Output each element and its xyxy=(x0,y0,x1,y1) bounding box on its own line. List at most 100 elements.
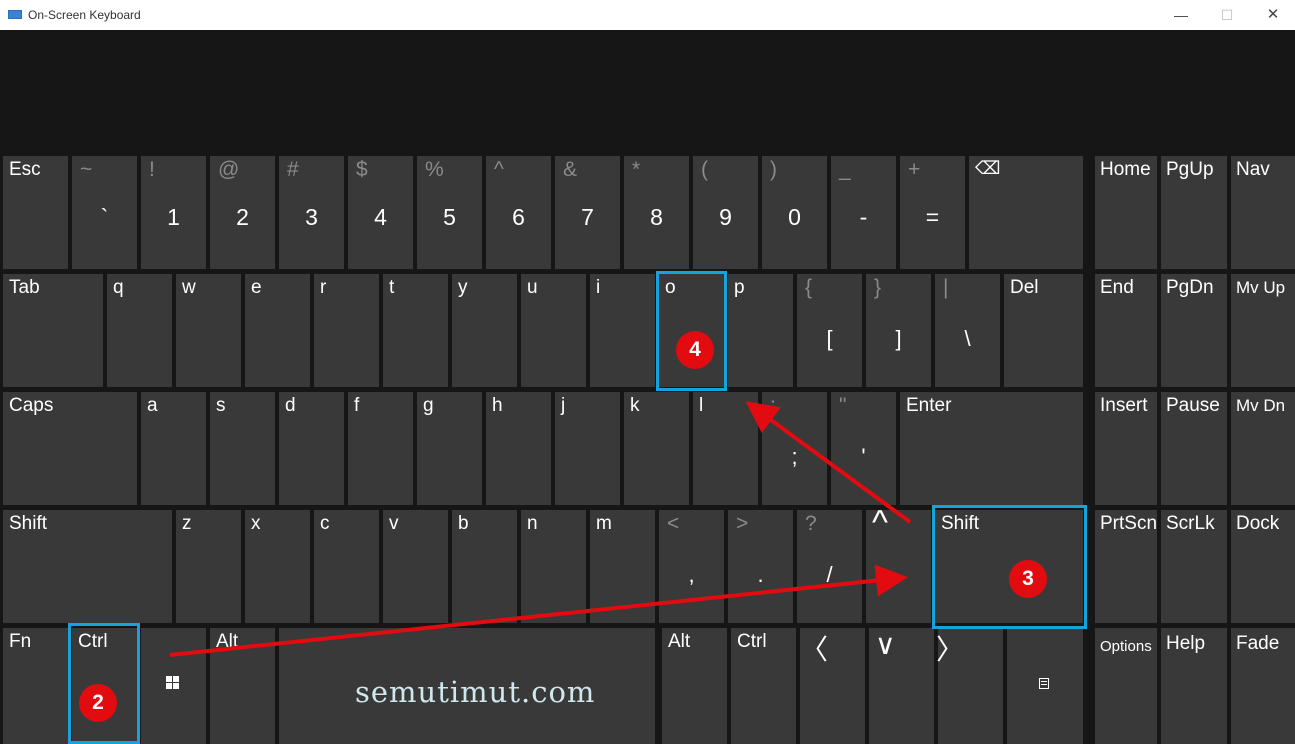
key-fn[interactable]: Fn xyxy=(3,628,68,744)
key-backspace[interactable]: ⌫ xyxy=(969,156,1083,269)
key-r1-11[interactable]: _ - xyxy=(831,156,896,269)
key-r4-punct-1[interactable]: >. xyxy=(728,510,793,623)
key-label: Help xyxy=(1166,633,1206,654)
key-m[interactable]: m xyxy=(590,510,655,623)
nav-key-scrlk[interactable]: ScrLk xyxy=(1161,510,1227,623)
key-q[interactable]: q xyxy=(107,274,172,387)
nav-key-mv-dn[interactable]: Mv Dn xyxy=(1231,392,1295,505)
key-r2-bracket-2[interactable]: | \ xyxy=(935,274,1000,387)
key-b[interactable]: b xyxy=(452,510,517,623)
key-left-arrow[interactable]: 〈 xyxy=(800,628,865,744)
key-label: Fade xyxy=(1236,633,1280,654)
key-l[interactable]: l xyxy=(693,392,758,505)
key-r1-3[interactable]: #3 xyxy=(279,156,344,269)
key-right-arrow[interactable]: 〉 xyxy=(936,628,1003,744)
key-r1-9[interactable]: (9 xyxy=(693,156,758,269)
key-caps[interactable]: Caps xyxy=(3,392,137,505)
key-windows[interactable] xyxy=(141,628,206,744)
nav-key-fade[interactable]: Fade xyxy=(1231,628,1295,744)
nav-key-help[interactable]: Help xyxy=(1161,628,1227,744)
key-r3-punct-1[interactable]: " ' xyxy=(831,392,896,505)
key-w[interactable]: w xyxy=(176,274,241,387)
key-e[interactable]: e xyxy=(245,274,310,387)
key-r1-10[interactable]: ) 0 xyxy=(762,156,827,269)
key-r3-punct-0[interactable]: :; xyxy=(762,392,827,505)
key-symbol: ' xyxy=(861,444,866,469)
key-up-arrow[interactable]: ^ xyxy=(866,504,931,623)
key-i[interactable]: i xyxy=(590,274,655,387)
key-h[interactable]: h xyxy=(486,392,551,505)
key-y[interactable]: y xyxy=(452,274,517,387)
key-symbol: . xyxy=(757,562,764,587)
key-alt-left[interactable]: Alt xyxy=(210,628,275,744)
nav-key-options[interactable]: Options xyxy=(1095,628,1157,744)
key-u[interactable]: u xyxy=(521,274,586,387)
key-context-menu[interactable] xyxy=(1007,628,1083,744)
key-r4-punct-2[interactable]: ? / xyxy=(797,510,862,623)
key-t[interactable]: t xyxy=(383,274,448,387)
key-g[interactable]: g xyxy=(417,392,482,505)
nav-key-prtscn[interactable]: PrtScn xyxy=(1095,510,1157,623)
nav-key-pause[interactable]: Pause xyxy=(1161,392,1227,505)
key-esc[interactable]: Esc xyxy=(3,156,68,269)
nav-key-nav[interactable]: Nav xyxy=(1231,156,1295,269)
key-z[interactable]: z xyxy=(176,510,241,623)
key-v[interactable]: v xyxy=(383,510,448,623)
key-s[interactable]: s xyxy=(210,392,275,505)
close-button[interactable]: ✕ xyxy=(1250,0,1295,30)
key-r1-8[interactable]: * 8 xyxy=(624,156,689,269)
key-symbol: 1 xyxy=(167,204,180,230)
key-r1-6[interactable]: ^ 6 xyxy=(486,156,551,269)
key-shift-symbol: | xyxy=(943,276,949,299)
key-n[interactable]: n xyxy=(521,510,586,623)
key-r2-bracket-1[interactable]: }] xyxy=(866,274,931,387)
key-label: Mv Up xyxy=(1236,278,1286,297)
key-letter: l xyxy=(699,395,704,416)
keyboard-app-icon xyxy=(8,10,22,19)
key-del[interactable]: Del xyxy=(1004,274,1083,387)
step-badge-4: 4 xyxy=(676,331,714,369)
key-r1-7[interactable]: & 7 xyxy=(555,156,620,269)
key-tab[interactable]: Tab xyxy=(3,274,103,387)
key-j[interactable]: j xyxy=(555,392,620,505)
key-letter: g xyxy=(423,395,434,416)
nav-key-pgup[interactable]: PgUp xyxy=(1161,156,1227,269)
key-enter[interactable]: Enter xyxy=(900,392,1083,505)
key-r1-0[interactable]: ~ ` xyxy=(72,156,137,269)
nav-key-mv-up[interactable]: Mv Up xyxy=(1231,274,1295,387)
key-label: PgUp xyxy=(1166,159,1214,180)
key-k[interactable]: k xyxy=(624,392,689,505)
key-x[interactable]: x xyxy=(245,510,310,623)
key-r1-12[interactable]: + = xyxy=(900,156,965,269)
key-r4-punct-0[interactable]: <, xyxy=(659,510,724,623)
key-alt-right[interactable]: Alt xyxy=(662,628,727,744)
key-p[interactable]: p xyxy=(728,274,793,387)
minimize-button[interactable]: — xyxy=(1158,0,1204,30)
key-down-arrow[interactable]: ∨ xyxy=(869,628,934,744)
key-label: Shift xyxy=(9,513,48,534)
key-r1-5[interactable]: % 5 xyxy=(417,156,482,269)
key-r1-2[interactable]: @2 xyxy=(210,156,275,269)
key-ctrl-right[interactable]: Ctrl xyxy=(731,628,796,744)
key-shift-left[interactable]: Shift xyxy=(3,510,172,623)
key-r1-1[interactable]: ! 1 xyxy=(141,156,206,269)
key-letter: z xyxy=(182,513,192,534)
nav-key-pgdn[interactable]: PgDn xyxy=(1161,274,1227,387)
nav-key-home[interactable]: Home xyxy=(1095,156,1157,269)
nav-key-end[interactable]: End xyxy=(1095,274,1157,387)
key-a[interactable]: a xyxy=(141,392,206,505)
down-arrow-icon: ∨ xyxy=(875,629,896,660)
nav-key-dock[interactable]: Dock xyxy=(1231,510,1295,623)
key-f[interactable]: f xyxy=(348,392,413,505)
key-c[interactable]: c xyxy=(314,510,379,623)
key-shift-symbol: } xyxy=(874,276,882,299)
key-r[interactable]: r xyxy=(314,274,379,387)
key-r2-bracket-0[interactable]: {[ xyxy=(797,274,862,387)
key-r1-4[interactable]: $4 xyxy=(348,156,413,269)
maximize-button[interactable]: ☐ xyxy=(1204,0,1250,30)
key-label: End xyxy=(1100,277,1134,298)
key-letter: b xyxy=(458,513,469,534)
nav-key-insert[interactable]: Insert xyxy=(1095,392,1157,505)
key-d[interactable]: d xyxy=(279,392,344,505)
key-symbol: 0 xyxy=(788,204,801,230)
